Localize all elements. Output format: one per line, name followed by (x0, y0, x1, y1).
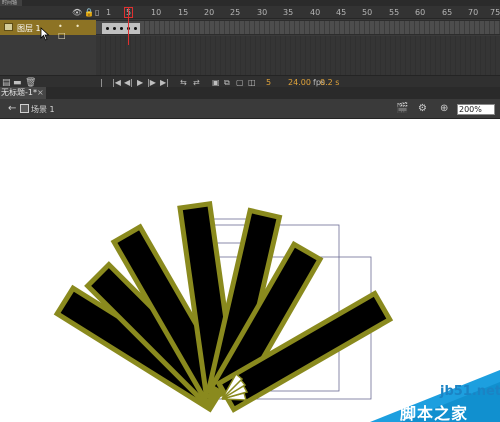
scene-breadcrumb[interactable]: 场景 1 (31, 104, 55, 115)
document-title: 无标题-1* (1, 88, 37, 97)
watermark: jb51.net 脚本之家 (360, 370, 500, 422)
frame-number: 45 (336, 8, 347, 17)
frame-number: 70 (468, 8, 479, 17)
document-tab-bar: 无标题-1* × (0, 87, 500, 99)
step-forward-icon[interactable]: |▶ (147, 78, 156, 87)
layer-name[interactable]: 图层 1 (17, 23, 41, 34)
timeline-header: 👁 🔒 ▯ 1 5 10 15 20 25 30 35 40 45 50 55 … (0, 6, 500, 19)
document-tab[interactable]: 无标题-1* × (0, 87, 46, 99)
center-frame-icon[interactable]: ⇄ (193, 78, 200, 87)
keyframe-dot (106, 27, 109, 30)
frame-number: 10 (151, 8, 162, 17)
onion-markers-icon[interactable]: ◫ (248, 78, 256, 87)
frame-number: 15 (178, 8, 189, 17)
layer-icon (4, 23, 13, 31)
watermark-site: jb51.net (440, 384, 500, 399)
divider-icon: | (100, 78, 103, 87)
frame-number: 20 (204, 8, 215, 17)
edit-scene-icon[interactable]: 🎬 (396, 103, 408, 114)
edit-multiple-icon[interactable]: ▢ (236, 78, 244, 87)
keyframe-dot (113, 27, 116, 30)
edit-bar: ← 场景 1 🎬 ⚙ ⊕ 200% (0, 99, 500, 119)
step-back-icon[interactable]: ◀| (124, 78, 133, 87)
elapsed-time[interactable]: 0.2 s (320, 78, 339, 87)
frame-grid[interactable] (140, 21, 500, 34)
frame-number: 40 (310, 8, 321, 17)
frame-number: 50 (362, 8, 373, 17)
outline-icon[interactable]: ▯ (95, 8, 99, 17)
edit-symbol-icon[interactable]: ⚙ (418, 103, 427, 114)
center-stage-icon[interactable]: ⊕ (440, 103, 448, 114)
frame-rate[interactable]: 24.00 (288, 78, 311, 87)
loop-icon[interactable]: ⇆ (180, 78, 187, 87)
onion-skin-icon[interactable]: ▣ (212, 78, 220, 87)
frame-number: 25 (230, 8, 241, 17)
frame-number: 75 (490, 8, 500, 17)
cursor-icon (40, 27, 50, 41)
go-first-frame-icon[interactable]: |◀ (112, 78, 121, 87)
frame-number: 1 (106, 8, 112, 17)
frame-number: 35 (283, 8, 294, 17)
close-icon[interactable]: × (37, 87, 44, 99)
zoom-select[interactable]: 200% (457, 104, 495, 115)
scene-icon (20, 104, 29, 113)
frame-number: 65 (442, 8, 453, 17)
keyframe-dot (134, 27, 137, 30)
layer-frames[interactable] (96, 20, 500, 35)
layer-state-icons[interactable]: • • □ (58, 22, 96, 40)
timeline-panel: 👁 🔒 ▯ 1 5 10 15 20 25 30 35 40 45 50 55 … (0, 6, 500, 88)
go-last-frame-icon[interactable]: ▶| (160, 78, 169, 87)
current-frame[interactable]: 5 (266, 78, 271, 87)
watermark-name: 脚本之家 (400, 404, 469, 422)
playhead-line[interactable] (128, 7, 129, 45)
frame-number: 30 (257, 8, 268, 17)
play-icon[interactable]: ▶ (137, 78, 143, 87)
frame-number: 60 (415, 8, 426, 17)
layer-row[interactable]: 图层 1 • • □ (0, 20, 500, 40)
lock-icon[interactable]: 🔒 (84, 8, 94, 17)
keyframe-dot (120, 27, 123, 30)
back-arrow-icon[interactable]: ← (8, 103, 16, 114)
frame-number: 55 (389, 8, 400, 17)
empty-frame-area[interactable] (96, 36, 500, 76)
keyframe-span[interactable] (102, 23, 140, 34)
eye-icon[interactable]: 👁 (72, 8, 82, 17)
